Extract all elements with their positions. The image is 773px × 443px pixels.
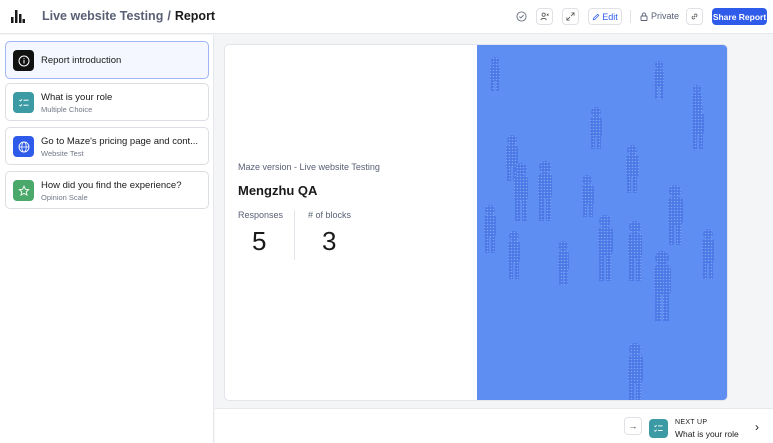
pencil-icon [592, 13, 600, 20]
arrow-right-icon[interactable]: → [624, 417, 642, 435]
report-intro-card: Maze version - Live website Testing Meng… [224, 44, 728, 401]
block-type: Website Test [41, 149, 84, 158]
edit-button[interactable]: Edit [588, 8, 622, 25]
sidebar-block-opinion-scale[interactable]: How did you find the experience? Opinion… [5, 171, 209, 209]
check-circle-icon[interactable] [513, 8, 530, 25]
responses-value: 5 [252, 226, 267, 256]
expand-icon[interactable] [562, 8, 579, 25]
maze-logo[interactable] [11, 10, 25, 23]
checklist-icon [649, 419, 668, 438]
sidebar-block-report-introduction[interactable]: Report introduction [5, 41, 209, 79]
star-icon [13, 180, 34, 201]
breadcrumb-project[interactable]: Live website Testing [42, 9, 163, 23]
breadcrumb-page: Report [174, 9, 216, 23]
block-type: Opinion Scale [41, 193, 88, 202]
top-bar: Live website Testing / Report Edit Private… [0, 0, 773, 34]
blocks-value: 3 [322, 226, 337, 256]
hero-image [477, 45, 727, 400]
toolbar-divider [630, 10, 631, 23]
share-report-button[interactable]: Share Report [712, 8, 767, 25]
edit-button-label: Edit [602, 11, 618, 22]
stats-divider [294, 210, 295, 260]
info-icon [13, 50, 34, 71]
privacy-label: Private [651, 11, 680, 21]
maze-name: Mengzhu QA [238, 183, 318, 198]
block-title: Report introduction [41, 55, 122, 66]
block-title: Go to Maze's pricing page and cont... [41, 136, 199, 147]
sidebar: Report introduction What is your role Mu… [0, 35, 214, 443]
breadcrumb: Live website Testing / Report [42, 9, 215, 23]
blocks-label: # of blocks [308, 210, 352, 220]
sidebar-block-what-is-your-role[interactable]: What is your role Multiple Choice [5, 83, 209, 121]
sidebar-block-website-test[interactable]: Go to Maze's pricing page and cont... We… [5, 127, 209, 165]
next-up-label: NEXT UP [675, 419, 708, 426]
link-icon[interactable] [686, 8, 703, 25]
next-block-title[interactable]: What is your role [675, 429, 739, 439]
checklist-icon [13, 92, 34, 113]
block-title: What is your role [41, 92, 113, 103]
crowd-illustration [484, 57, 714, 400]
chevron-right-icon[interactable]: › [755, 420, 759, 434]
user-filter-icon[interactable] [536, 8, 553, 25]
maze-version: Maze version - Live website Testing [238, 162, 380, 172]
footer-bar: → NEXT UP What is your role › [215, 408, 773, 443]
privacy-toggle[interactable]: Private [640, 11, 679, 21]
lock-icon [640, 12, 648, 21]
breadcrumb-separator: / [167, 9, 171, 23]
block-type: Multiple Choice [41, 105, 93, 114]
block-title: How did you find the experience? [41, 180, 182, 191]
responses-label: Responses [238, 210, 284, 220]
globe-icon [13, 136, 34, 157]
